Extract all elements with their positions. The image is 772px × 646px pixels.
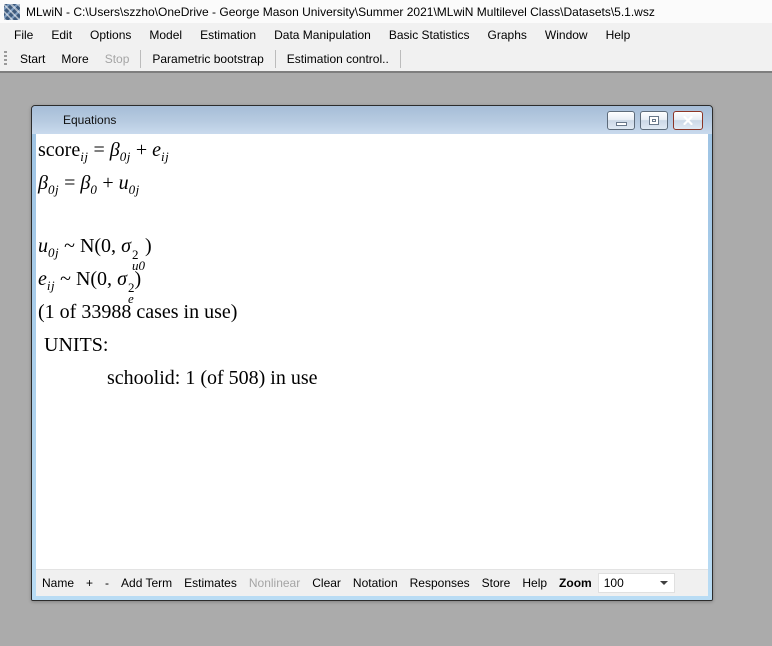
toolbar-separator	[275, 50, 276, 68]
stop-button[interactable]: Stop	[97, 48, 138, 70]
equation-area[interactable]: scoreij = β0j + eijβ0j = β0 + u0j u0j ~ N…	[36, 134, 708, 569]
remove-level-button[interactable]: -	[99, 570, 115, 596]
zoom-level-value: 100	[599, 576, 660, 590]
menu-window[interactable]: Window	[536, 23, 597, 47]
menu-edit[interactable]: Edit	[42, 23, 81, 47]
equations-body: scoreij = β0j + eijβ0j = β0 + u0j u0j ~ N…	[32, 134, 712, 600]
help-button[interactable]: Help	[516, 570, 553, 596]
mdi-client-area: Equations scoreij = β0j +	[0, 73, 772, 646]
chevron-down-icon[interactable]	[660, 581, 668, 585]
add-level-button[interactable]: +	[80, 570, 99, 596]
name-button[interactable]: Name	[36, 570, 80, 596]
equation-line[interactable]	[38, 200, 708, 230]
estimation-control-button[interactable]: Estimation control..	[279, 48, 397, 70]
equation-line[interactable]: schoolid: 1 (of 508) in use	[38, 362, 708, 395]
app-titlebar[interactable]: MLwiN - C:\Users\szzho\OneDrive - George…	[0, 0, 772, 23]
equation-line[interactable]: u0j ~ N(0, σ2u0)	[38, 230, 708, 263]
nonlinear-button[interactable]: Nonlinear	[243, 570, 306, 596]
menubar: File Edit Options Model Estimation Data …	[0, 23, 772, 47]
mlwin-app-icon	[4, 4, 20, 20]
minimize-button[interactable]	[607, 111, 635, 130]
equations-window: Equations scoreij = β0j +	[31, 105, 713, 601]
parametric-bootstrap-button[interactable]: Parametric bootstrap	[144, 48, 271, 70]
equation-line[interactable]: β0j = β0 + u0j	[38, 167, 708, 200]
add-term-button[interactable]: Add Term	[115, 570, 178, 596]
zoom-level-combobox[interactable]: 100	[598, 573, 675, 593]
close-icon	[683, 116, 693, 125]
start-button[interactable]: Start	[12, 48, 53, 70]
equation-line[interactable]: scoreij = β0j + eij	[38, 134, 708, 167]
app-title: MLwiN - C:\Users\szzho\OneDrive - George…	[26, 5, 655, 19]
mlwin-application: MLwiN - C:\Users\szzho\OneDrive - George…	[0, 0, 772, 646]
equations-titlebar[interactable]: Equations	[32, 106, 712, 134]
maximize-button[interactable]	[640, 111, 668, 130]
equations-window-title: Equations	[32, 113, 116, 127]
menu-graphs[interactable]: Graphs	[479, 23, 536, 47]
equation-line[interactable]: (1 of 33988 cases in use)	[38, 296, 708, 329]
estimates-button[interactable]: Estimates	[178, 570, 243, 596]
menu-basic-statistics[interactable]: Basic Statistics	[380, 23, 479, 47]
notation-button[interactable]: Notation	[347, 570, 404, 596]
minimize-icon	[616, 122, 627, 126]
equation-line[interactable]: UNITS:	[38, 329, 708, 362]
store-button[interactable]: Store	[476, 570, 517, 596]
zoom-label: Zoom	[553, 570, 595, 596]
toolbar-separator	[400, 50, 401, 68]
menu-help[interactable]: Help	[597, 23, 640, 47]
toolbar-separator	[140, 50, 141, 68]
menu-model[interactable]: Model	[140, 23, 191, 47]
equation-line[interactable]: eij ~ N(0, σ2e)	[38, 263, 708, 296]
window-controls	[607, 111, 703, 130]
menu-options[interactable]: Options	[81, 23, 140, 47]
clear-button[interactable]: Clear	[306, 570, 347, 596]
equations-toolbar: Name + - Add Term Estimates Nonlinear Cl…	[36, 569, 708, 596]
responses-button[interactable]: Responses	[404, 570, 476, 596]
menu-file[interactable]: File	[5, 23, 42, 47]
estimation-toolbar: Start More Stop Parametric bootstrap Est…	[0, 47, 772, 73]
menu-data-manipulation[interactable]: Data Manipulation	[265, 23, 380, 47]
more-button[interactable]: More	[53, 48, 96, 70]
maximize-icon	[649, 116, 659, 125]
menu-estimation[interactable]: Estimation	[191, 23, 265, 47]
close-button[interactable]	[673, 111, 703, 130]
toolbar-grip-handle[interactable]	[4, 51, 7, 67]
